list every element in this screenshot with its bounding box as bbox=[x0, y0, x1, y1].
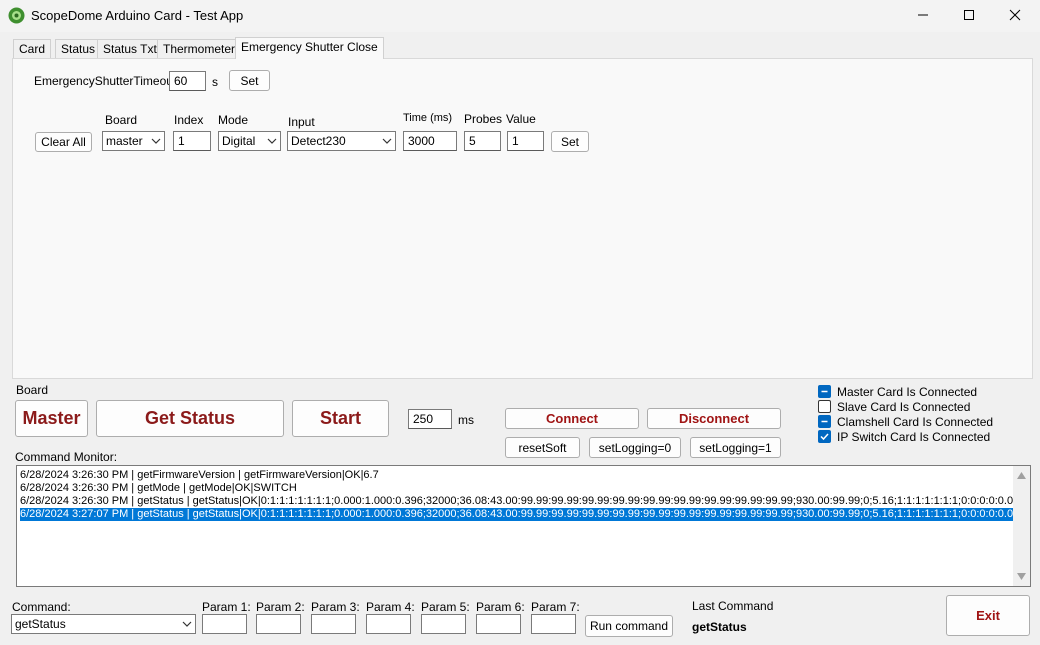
command-monitor-label: Command Monitor: bbox=[15, 450, 118, 464]
probes-input[interactable]: 5 bbox=[464, 131, 501, 151]
param-4-label: Param 4: bbox=[366, 600, 415, 614]
master-connected-label: Master Card Is Connected bbox=[837, 385, 978, 399]
app-icon bbox=[8, 7, 25, 24]
value-column-label: Value bbox=[506, 112, 536, 126]
set-logging-1-button[interactable]: setLogging=1 bbox=[690, 437, 781, 458]
master-button[interactable]: Master bbox=[15, 400, 88, 437]
chevron-down-icon bbox=[151, 138, 161, 144]
emergency-timeout-input[interactable]: 60 bbox=[169, 71, 206, 91]
clamshell-connected-checkbox[interactable] bbox=[818, 415, 831, 428]
mode-select-value: Digital bbox=[222, 134, 256, 148]
indeterminate-icon bbox=[821, 390, 828, 393]
minimize-icon bbox=[918, 14, 928, 16]
tab-card[interactable]: Card bbox=[13, 39, 52, 58]
param-7-input[interactable] bbox=[531, 614, 576, 634]
close-window-button[interactable] bbox=[992, 0, 1038, 30]
tab-status[interactable]: Status bbox=[55, 39, 102, 58]
close-icon bbox=[1009, 9, 1021, 21]
input-select-value: Detect230 bbox=[291, 134, 346, 148]
scroll-up-icon[interactable] bbox=[1017, 472, 1026, 479]
chevron-down-icon bbox=[382, 138, 392, 144]
param-1-input[interactable] bbox=[202, 614, 247, 634]
maximize-icon bbox=[964, 10, 974, 20]
param-3-input[interactable] bbox=[311, 614, 356, 634]
connect-button[interactable]: Connect bbox=[505, 408, 639, 429]
command-monitor-list[interactable]: 6/28/2024 3:26:30 PM | getFirmwareVersio… bbox=[16, 465, 1031, 587]
slave-connected-label: Slave Card Is Connected bbox=[837, 400, 971, 414]
tab-thermometers[interactable]: Thermometers bbox=[157, 39, 248, 58]
exit-button[interactable]: Exit bbox=[946, 595, 1030, 636]
tab-panel bbox=[12, 58, 1033, 379]
param-6-input[interactable] bbox=[476, 614, 521, 634]
set-timeout-button[interactable]: Set bbox=[229, 70, 270, 91]
command-select-value: getStatus bbox=[15, 617, 66, 631]
title-bar: ScopeDome Arduino Card - Test App bbox=[0, 0, 1040, 32]
set-logging-0-button[interactable]: setLogging=0 bbox=[589, 437, 681, 458]
clamshell-connected-label: Clamshell Card Is Connected bbox=[837, 415, 994, 429]
interval-input[interactable]: 250 bbox=[408, 409, 452, 429]
minimize-button[interactable] bbox=[900, 0, 946, 30]
disconnect-button[interactable]: Disconnect bbox=[647, 408, 781, 429]
scroll-down-icon[interactable] bbox=[1017, 573, 1026, 580]
tab-status-txt[interactable]: Status Txt bbox=[97, 39, 163, 58]
mode-select[interactable]: Digital bbox=[218, 131, 281, 151]
maximize-button[interactable] bbox=[946, 0, 992, 30]
time-column-label: Time (ms) bbox=[403, 112, 453, 124]
index-column-label: Index bbox=[174, 113, 204, 127]
input-select[interactable]: Detect230 bbox=[287, 131, 396, 151]
board-select-value: master bbox=[106, 134, 143, 148]
input-column-label: Input bbox=[288, 115, 315, 129]
monitor-line[interactable]: 6/28/2024 3:26:30 PM | getMode | getMode… bbox=[20, 482, 1013, 495]
probes-column-label: Probes bbox=[464, 112, 503, 126]
checkmark-icon bbox=[820, 433, 829, 441]
param-1-label: Param 1: bbox=[202, 600, 251, 614]
indeterminate-icon bbox=[821, 420, 828, 423]
param-5-input[interactable] bbox=[421, 614, 466, 634]
chevron-down-icon bbox=[182, 621, 192, 627]
board-section-label: Board bbox=[16, 383, 49, 397]
mode-column-label: Mode bbox=[218, 113, 249, 127]
param-2-input[interactable] bbox=[256, 614, 301, 634]
value-input[interactable]: 1 bbox=[507, 131, 544, 151]
time-input[interactable]: 3000 bbox=[403, 131, 457, 151]
tab-emergency-shutter-close[interactable]: Emergency Shutter Close bbox=[235, 37, 384, 59]
ip-switch-connected-label: IP Switch Card Is Connected bbox=[837, 430, 991, 444]
param-3-label: Param 3: bbox=[311, 600, 360, 614]
window-title: ScopeDome Arduino Card - Test App bbox=[31, 8, 244, 23]
timeout-unit-label: s bbox=[212, 75, 218, 89]
interval-unit-label: ms bbox=[458, 413, 474, 427]
run-command-button[interactable]: Run command bbox=[585, 615, 673, 637]
monitor-scrollbar[interactable] bbox=[1013, 466, 1030, 586]
chevron-down-icon bbox=[267, 138, 277, 144]
ip-switch-connected-checkbox[interactable] bbox=[818, 430, 831, 443]
param-5-label: Param 5: bbox=[421, 600, 470, 614]
start-button[interactable]: Start bbox=[292, 400, 389, 437]
param-6-label: Param 6: bbox=[476, 600, 525, 614]
board-select[interactable]: master bbox=[102, 131, 165, 151]
monitor-line[interactable]: 6/28/2024 3:26:30 PM | getFirmwareVersio… bbox=[20, 469, 1013, 482]
reset-soft-button[interactable]: resetSoft bbox=[505, 437, 580, 458]
param-2-label: Param 2: bbox=[256, 600, 305, 614]
monitor-line-selected[interactable]: 6/28/2024 3:27:07 PM | getStatus | getSt… bbox=[20, 508, 1013, 521]
param-7-label: Param 7: bbox=[531, 600, 580, 614]
monitor-line[interactable]: 6/28/2024 3:26:30 PM | getStatus | getSt… bbox=[20, 495, 1013, 508]
emergency-timeout-label: EmergencyShutterTimeout bbox=[34, 74, 177, 88]
command-select[interactable]: getStatus bbox=[11, 614, 196, 634]
last-command-label: Last Command bbox=[692, 599, 774, 613]
board-column-label: Board bbox=[105, 113, 138, 127]
last-command-value: getStatus bbox=[692, 620, 747, 634]
index-input[interactable]: 1 bbox=[173, 131, 211, 151]
param-4-input[interactable] bbox=[366, 614, 411, 634]
command-label: Command: bbox=[12, 600, 71, 614]
master-connected-checkbox[interactable] bbox=[818, 385, 831, 398]
clear-all-button[interactable]: Clear All bbox=[35, 132, 92, 152]
slave-connected-checkbox[interactable] bbox=[818, 400, 831, 413]
get-status-button[interactable]: Get Status bbox=[96, 400, 284, 437]
set-emergency-button[interactable]: Set bbox=[551, 131, 589, 152]
